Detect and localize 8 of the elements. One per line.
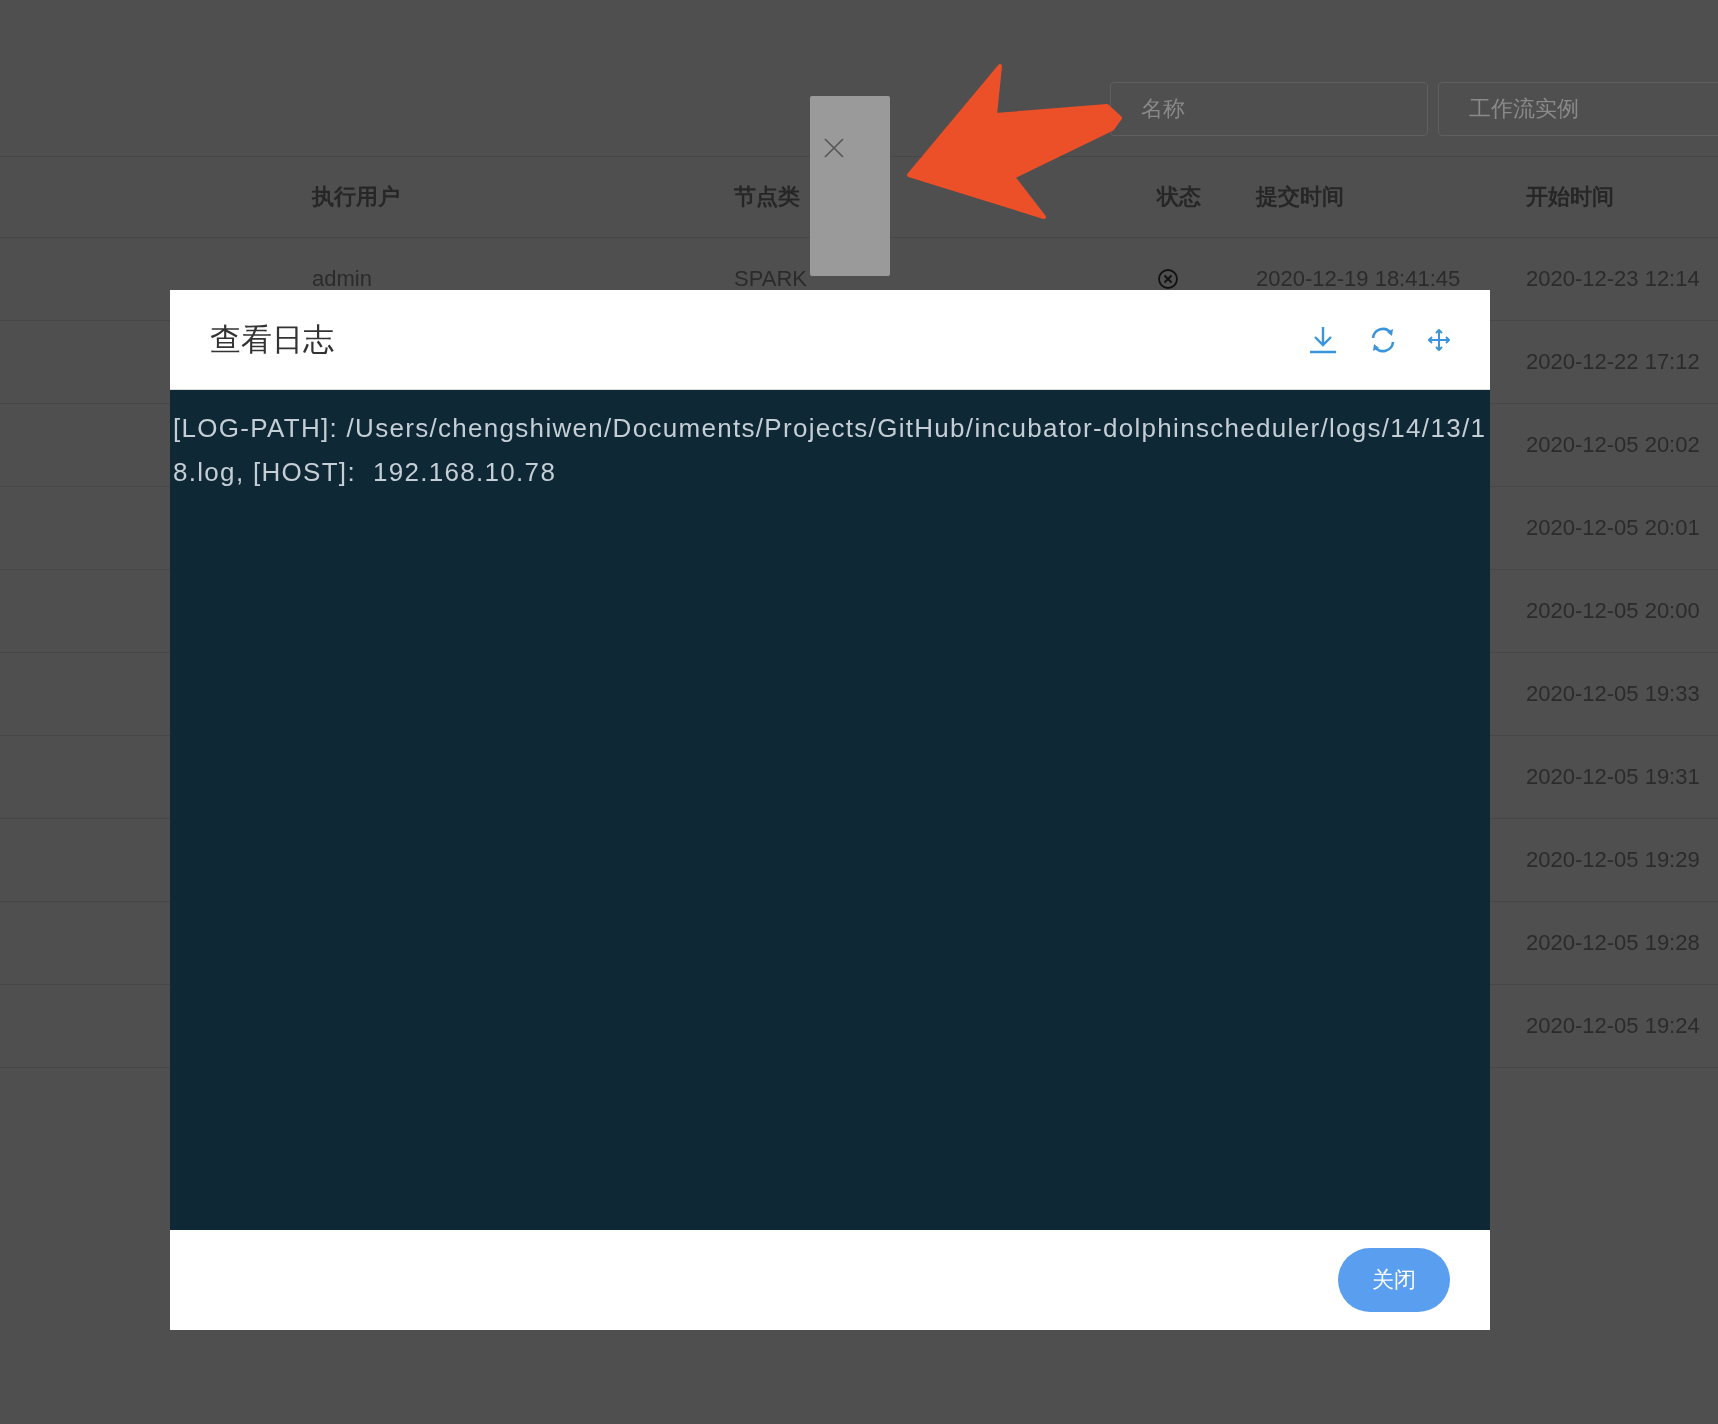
move-icon[interactable] xyxy=(1428,328,1450,351)
filter-input[interactable]: 名称 xyxy=(1110,82,1428,136)
filter-input[interactable]: 工作流实例 xyxy=(1438,82,1718,136)
dialog-title: 查看日志 xyxy=(210,320,335,359)
close-dialog-button[interactable]: 关闭 xyxy=(1338,1248,1450,1312)
log-text: [LOG-PATH]: /Users/chengshiwen/Documents/Projects/GitHub/incubator-dolphinscheduler/logs/14/13/18.log, [HOST]: 192.168.10.78 xyxy=(170,390,1490,1230)
close-icon xyxy=(824,138,844,158)
download-icon[interactable] xyxy=(1308,324,1338,355)
